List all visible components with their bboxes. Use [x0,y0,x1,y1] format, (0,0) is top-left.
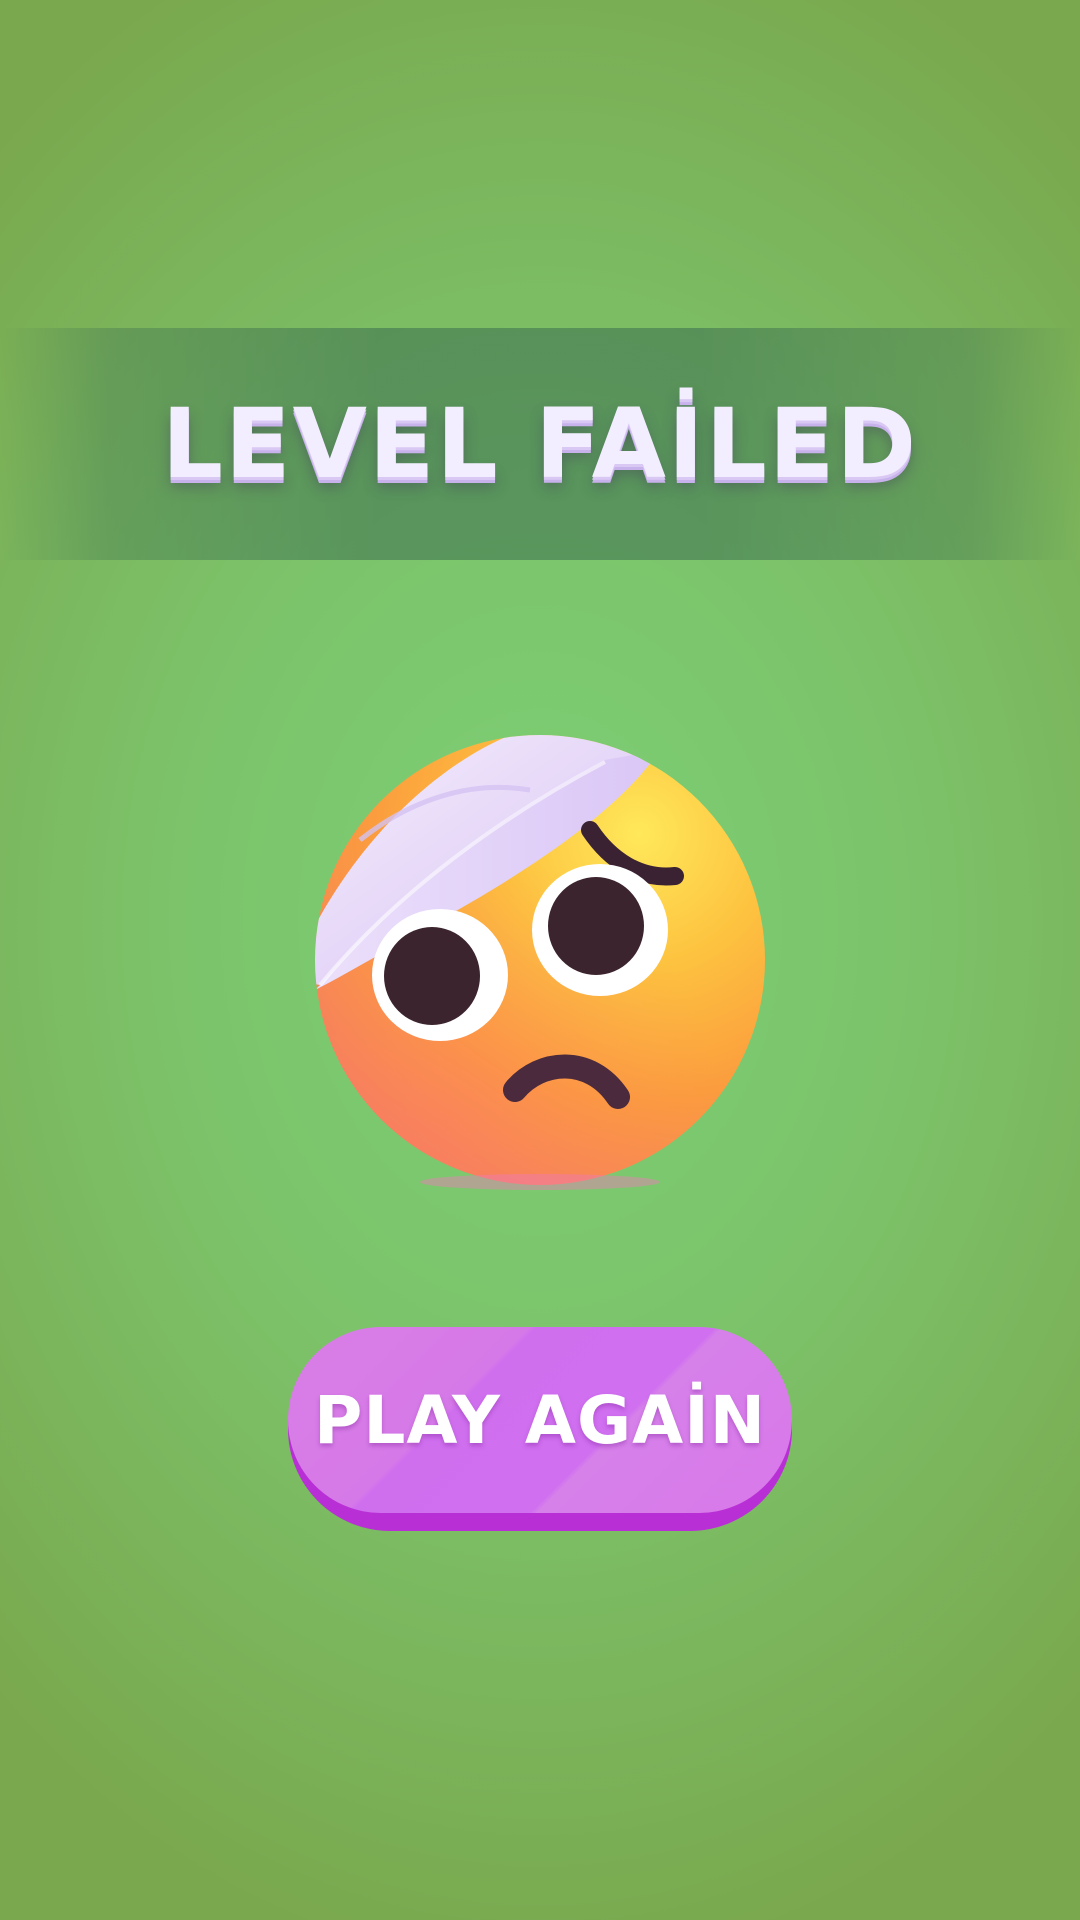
title-banner: LEVEL FAİLED [0,328,1080,560]
play-again-button-face: PLAY AGAİN [288,1327,792,1513]
face-with-head-bandage-icon [300,720,780,1200]
level-failed-title: LEVEL FAİLED [161,388,919,500]
play-again-button[interactable]: PLAY AGAİN [288,1327,792,1531]
play-again-label: PLAY AGAİN [313,1381,767,1459]
